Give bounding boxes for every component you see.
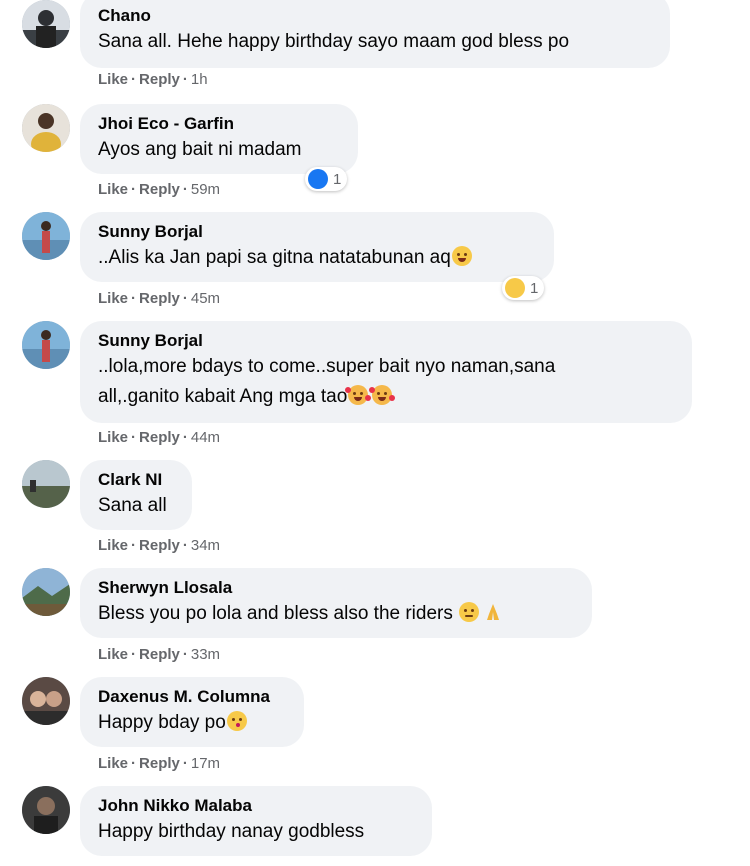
avatar[interactable] [22,677,70,725]
reaction-count[interactable]: 1 [502,276,545,300]
comment-author[interactable]: John Nikko Malaba [98,796,414,816]
timestamp[interactable]: 34m [191,537,220,554]
comment-author[interactable]: Sunny Borjal [98,222,536,242]
avatar[interactable] [22,321,70,369]
comment-actions: Like · Reply · 34m [98,537,220,554]
reply-button[interactable]: Reply [139,429,180,446]
comment-bubble: Sunny Borjal ..Alis ka Jan papi sa gitna… [80,212,554,282]
like-icon [308,169,328,189]
separator: · [131,290,137,307]
comment-author[interactable]: Sherwyn Llosala [98,578,574,598]
separator: · [182,71,188,88]
comment-bubble: Daxenus M. Columna Happy bday po [80,677,304,747]
avatar[interactable] [22,786,70,834]
comment-text: Sana all [98,495,167,516]
separator: · [131,181,137,198]
relieved-face-emoji-icon [459,602,480,622]
comment-author[interactable]: Daxenus M. Columna [98,687,286,707]
comment-actions: Like · Reply · 44m [98,429,220,446]
avatar[interactable] [22,212,70,260]
comment-author[interactable]: Chano [98,6,652,26]
reply-button[interactable]: Reply [139,181,180,198]
comment-bubble: Jhoi Eco - Garfin Ayos ang bait ni madam [80,104,358,174]
face-blowing-kiss-emoji-icon [226,711,247,731]
comment-actions: Like · Reply · 17m [98,755,220,772]
reply-button[interactable]: Reply [139,755,180,772]
comment-author[interactable]: Jhoi Eco - Garfin [98,114,340,134]
separator: · [131,429,137,446]
reaction-count-text: 1 [333,170,342,188]
separator: · [131,537,137,554]
reply-button[interactable]: Reply [139,71,180,88]
comment-text-line: ..lola,more bdays to come..super bait ny… [98,356,556,377]
separator: · [182,537,188,554]
separator: · [182,755,188,772]
separator: · [182,290,188,307]
avatar[interactable] [22,0,70,48]
comment-text: ..lola,more bdays to come..super bait ny… [98,352,674,412]
avatar[interactable] [22,104,70,152]
comment-text-line: all,.ganito kabait Ang mga tao [98,382,674,412]
smiling-face-with-hearts-emoji-icon [369,385,396,405]
like-button[interactable]: Like [98,755,128,772]
reaction-count[interactable]: 1 [305,167,348,191]
comment-text: Happy bday po [98,708,286,738]
folded-hands-emoji-icon [483,602,503,622]
comment-text: ..Alis ka Jan papi sa gitna natatabunan … [98,243,536,273]
separator: · [131,71,137,88]
comment-bubble: Chano Sana all. Hehe happy birthday sayo… [80,0,670,68]
comment-bubble: Sunny Borjal ..lola,more bdays to come..… [80,321,692,423]
smiling-face-with-hearts-emoji-icon [345,385,372,405]
timestamp[interactable]: 1h [191,71,208,88]
comment-bubble: Sherwyn Llosala Bless you po lola and bl… [80,568,592,638]
comment-text: Happy birthday nanay godbless [98,821,365,842]
rolling-laughing-emoji-icon [451,246,472,266]
timestamp[interactable]: 33m [191,646,220,663]
separator: · [131,755,137,772]
comment-text-content: ..Alis ka Jan papi sa gitna natatabunan … [98,247,451,268]
separator: · [182,181,188,198]
comment-text-content: all,.ganito kabait Ang mga tao [98,386,348,407]
comment-author[interactable]: Sunny Borjal [98,331,674,351]
comment-actions: Like · Reply · 59m [98,181,220,198]
timestamp[interactable]: 45m [191,290,220,307]
comment-bubble: Clark NI Sana all [80,460,192,530]
like-button[interactable]: Like [98,429,128,446]
reply-button[interactable]: Reply [139,290,180,307]
like-button[interactable]: Like [98,646,128,663]
comment-actions: Like · Reply · 45m [98,290,220,307]
like-button[interactable]: Like [98,71,128,88]
comment-actions: Like · Reply · 1h [98,71,208,88]
like-button[interactable]: Like [98,290,128,307]
avatar[interactable] [22,568,70,616]
timestamp[interactable]: 44m [191,429,220,446]
comment-author[interactable]: Clark NI [98,470,174,490]
haha-icon [505,278,525,298]
reply-button[interactable]: Reply [139,537,180,554]
comment-text: Sana all. Hehe happy birthday sayo maam … [98,31,570,52]
reply-button[interactable]: Reply [139,646,180,663]
timestamp[interactable]: 17m [191,755,220,772]
separator: · [131,646,137,663]
timestamp[interactable]: 59m [191,181,220,198]
comment-text-content: Happy bday po [98,712,226,733]
separator: · [182,429,188,446]
comment-text: Ayos ang bait ni madam [98,139,302,160]
separator: · [182,646,188,663]
reaction-count-text: 1 [530,279,539,297]
like-button[interactable]: Like [98,181,128,198]
comment-bubble: John Nikko Malaba Happy birthday nanay g… [80,786,432,856]
avatar[interactable] [22,460,70,508]
comment-actions: Like · Reply · 33m [98,646,220,663]
comment-text-content: Bless you po lola and bless also the rid… [98,603,453,624]
like-button[interactable]: Like [98,537,128,554]
comment-text: Bless you po lola and bless also the rid… [98,599,574,629]
